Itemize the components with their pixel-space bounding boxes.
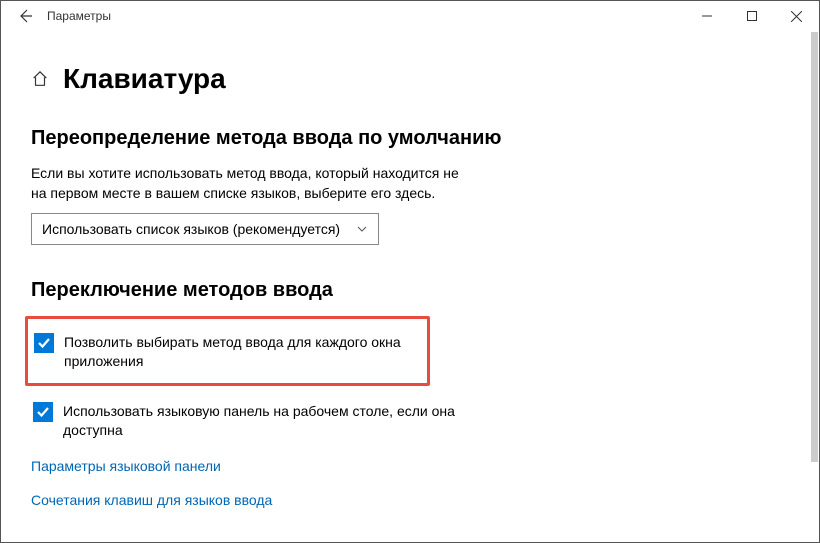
checkmark-icon: [36, 405, 50, 419]
arrow-left-icon: [17, 8, 33, 24]
language-bar-options-link[interactable]: Параметры языковой панели: [31, 458, 789, 474]
section-switching-title: Переключение методов ввода: [31, 279, 789, 302]
page-header: Клавиатура: [31, 63, 789, 95]
close-button[interactable]: [774, 1, 819, 31]
section-override-description: Если вы хотите использовать метод ввода,…: [31, 164, 461, 203]
checkbox-per-window[interactable]: [34, 333, 54, 353]
titlebar: Параметры: [1, 1, 819, 31]
checkmark-icon: [37, 336, 51, 350]
vertical-scrollbar[interactable]: [811, 32, 818, 462]
combo-value: Использовать список языков (рекомендуетс…: [42, 221, 340, 237]
content-area: Клавиатура Переопределение метода ввода …: [1, 31, 819, 508]
checkbox-per-window-label: Позволить выбирать метод ввода для каждо…: [64, 333, 419, 371]
home-icon[interactable]: [31, 70, 49, 88]
minimize-icon: [702, 11, 712, 21]
default-input-method-combo[interactable]: Использовать список языков (рекомендуетс…: [31, 213, 379, 245]
back-button[interactable]: [9, 1, 41, 31]
maximize-button[interactable]: [729, 1, 774, 31]
checkbox-language-bar-label: Использовать языковую панель на рабочем …: [63, 402, 459, 440]
window-controls: [684, 1, 819, 31]
checkbox-language-bar[interactable]: [33, 402, 53, 422]
chevron-down-icon: [356, 223, 368, 235]
minimize-button[interactable]: [684, 1, 729, 31]
checkbox-language-bar-row: Использовать языковую панель на рабочем …: [31, 396, 461, 446]
close-icon: [791, 11, 802, 22]
checkbox-per-window-row: Позволить выбирать метод ввода для каждо…: [25, 316, 430, 386]
page-title: Клавиатура: [63, 63, 226, 95]
window-title: Параметры: [47, 9, 111, 23]
section-override-title: Переопределение метода ввода по умолчани…: [31, 127, 789, 150]
input-hotkeys-link[interactable]: Сочетания клавиш для языков ввода: [31, 492, 789, 508]
maximize-icon: [747, 11, 757, 21]
